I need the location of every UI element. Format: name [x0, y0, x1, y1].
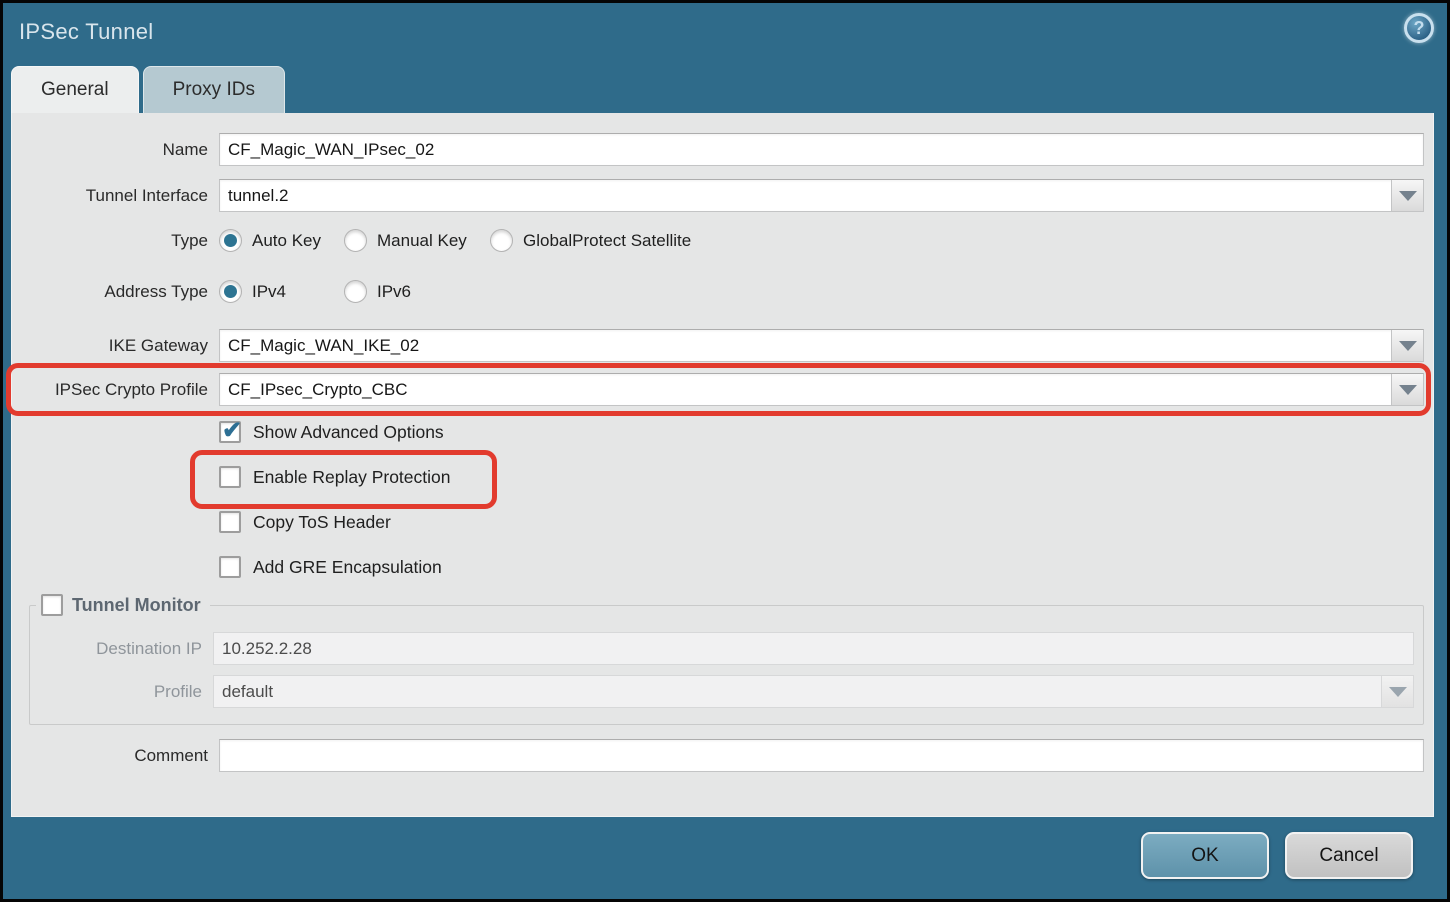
tunnel-monitor-legend: Tunnel Monitor [36, 594, 210, 616]
monitor-profile-label: Profile [30, 682, 213, 702]
address-type-row: Address Type IPv4 IPv6 [12, 280, 1424, 303]
radio-ipv6[interactable] [344, 280, 367, 303]
copy-tos-header-checkbox[interactable] [219, 511, 241, 533]
chevron-down-icon [1399, 385, 1417, 395]
name-input[interactable] [220, 134, 1423, 165]
radio-ipv4[interactable] [219, 280, 242, 303]
tab-bar: General Proxy IDs [11, 66, 1447, 113]
dialog-title: IPSec Tunnel [19, 19, 153, 45]
tab-general[interactable]: General [11, 66, 139, 113]
ipsec-crypto-profile-input[interactable] [220, 374, 1391, 405]
general-tab-panel: Name Tunnel Interface Type [11, 113, 1434, 817]
radio-globalprotect-satellite-label: GlobalProtect Satellite [523, 231, 705, 251]
show-advanced-options-checkbox[interactable] [219, 421, 241, 443]
copy-tos-header-row: Copy ToS Header [219, 511, 1433, 533]
comment-row: Comment [12, 739, 1424, 772]
address-type-label: Address Type [12, 282, 219, 302]
show-advanced-options-row: Show Advanced Options [219, 421, 1433, 443]
chevron-down-icon [1389, 687, 1407, 697]
type-label: Type [12, 231, 219, 251]
enable-replay-protection-row: Enable Replay Protection [219, 466, 1433, 488]
name-row: Name [12, 133, 1424, 166]
dialog-footer: OK Cancel [3, 832, 1447, 879]
tunnel-monitor-checkbox[interactable] [41, 594, 63, 616]
type-row: Type Auto Key Manual Key GlobalProtect S… [12, 229, 1424, 252]
add-gre-encapsulation-row: Add GRE Encapsulation [219, 556, 1433, 578]
monitor-profile-input [214, 676, 1381, 707]
ipsec-tunnel-dialog: IPSec Tunnel ? General Proxy IDs Name Tu… [0, 0, 1450, 902]
copy-tos-header-label: Copy ToS Header [253, 512, 391, 533]
name-label: Name [12, 140, 219, 160]
ok-button[interactable]: OK [1141, 832, 1269, 879]
chevron-down-icon [1399, 191, 1417, 201]
ipsec-crypto-profile-dropdown-button[interactable] [1391, 374, 1423, 405]
radio-globalprotect-satellite[interactable] [490, 229, 513, 252]
show-advanced-options-label: Show Advanced Options [253, 422, 444, 443]
tunnel-interface-row: Tunnel Interface [12, 179, 1424, 212]
comment-label: Comment [12, 746, 219, 766]
ike-gateway-label: IKE Gateway [12, 336, 219, 356]
monitor-profile-row: Profile [30, 675, 1414, 708]
radio-auto-key[interactable] [219, 229, 242, 252]
tunnel-interface-label: Tunnel Interface [12, 186, 219, 206]
destination-ip-input [214, 633, 1413, 664]
dialog-header: IPSec Tunnel ? [3, 3, 1447, 66]
radio-ipv4-label: IPv4 [252, 282, 300, 302]
ipsec-crypto-profile-label: IPSec Crypto Profile [12, 380, 219, 400]
tab-proxy-ids[interactable]: Proxy IDs [143, 66, 285, 113]
ike-gateway-row: IKE Gateway [12, 329, 1424, 362]
destination-ip-label: Destination IP [30, 639, 213, 659]
tunnel-monitor-group: Tunnel Monitor Destination IP Profile [29, 594, 1424, 725]
ike-gateway-input[interactable] [220, 330, 1391, 361]
enable-replay-protection-checkbox[interactable] [219, 466, 241, 488]
ike-gateway-dropdown-button[interactable] [1391, 330, 1423, 361]
radio-manual-key[interactable] [344, 229, 367, 252]
help-icon[interactable]: ? [1404, 13, 1434, 43]
radio-auto-key-label: Auto Key [252, 231, 335, 251]
radio-ipv6-label: IPv6 [377, 282, 425, 302]
add-gre-encapsulation-checkbox[interactable] [219, 556, 241, 578]
add-gre-encapsulation-label: Add GRE Encapsulation [253, 557, 442, 578]
cancel-button[interactable]: Cancel [1285, 832, 1413, 879]
destination-ip-row: Destination IP [30, 632, 1414, 665]
tunnel-interface-input[interactable] [220, 180, 1391, 211]
comment-input[interactable] [220, 740, 1423, 771]
ipsec-crypto-profile-row: IPSec Crypto Profile [12, 373, 1424, 406]
tunnel-monitor-label: Tunnel Monitor [72, 595, 201, 616]
tunnel-interface-dropdown-button[interactable] [1391, 180, 1423, 211]
radio-manual-key-label: Manual Key [377, 231, 481, 251]
enable-replay-protection-label: Enable Replay Protection [253, 467, 450, 488]
chevron-down-icon [1399, 341, 1417, 351]
monitor-profile-dropdown-button [1381, 676, 1413, 707]
